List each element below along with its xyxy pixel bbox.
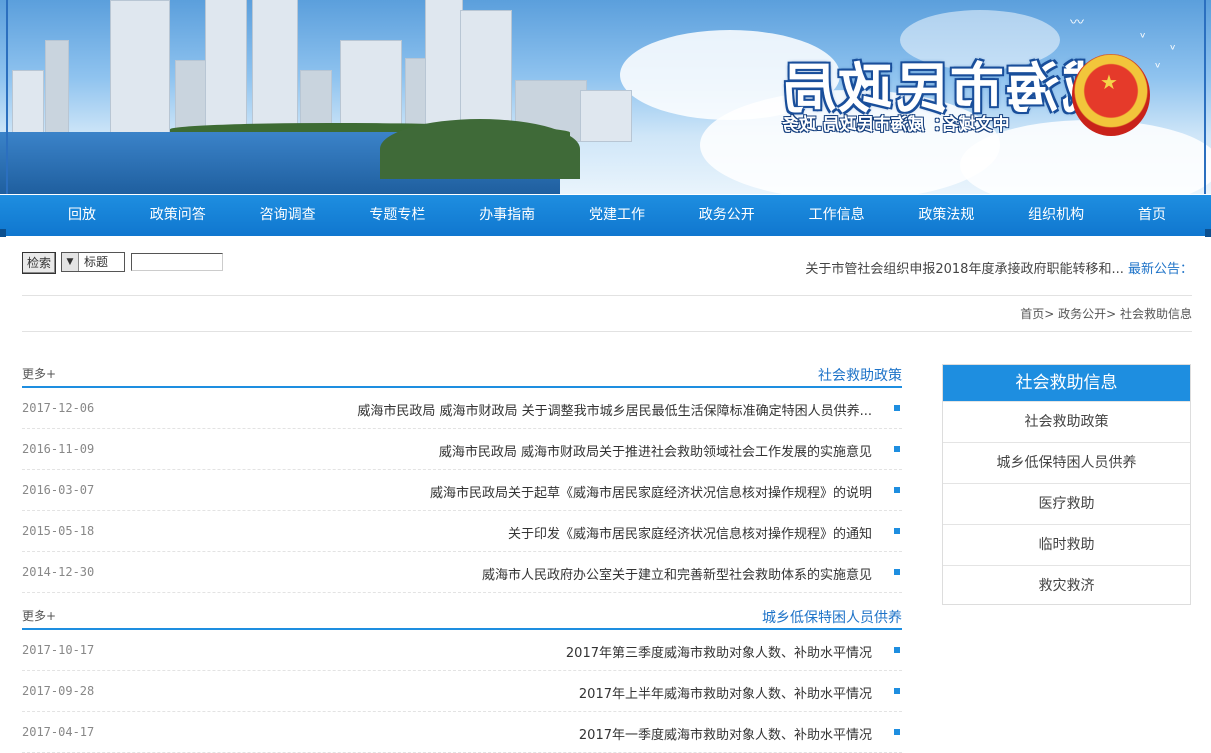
nav-item-replay[interactable]: 回放 — [52, 195, 112, 236]
list-item[interactable]: 2017年一季度威海市救助对象人数、补助水平情况 2017-04-17 — [22, 712, 902, 753]
panel-title[interactable]: 社会救助政策 — [818, 365, 902, 385]
news-title[interactable]: 威海市民政局 威海市财政局 关于调整我市城乡居民最低生活保障标准确定特困人员供养… — [357, 400, 872, 419]
more-link[interactable]: 更多+ — [22, 607, 56, 624]
news-date: 2017-10-17 — [22, 643, 95, 657]
more-link[interactable]: 更多+ — [22, 365, 56, 382]
sidebar-heading: 社会救助信息 — [943, 365, 1190, 401]
news-title[interactable]: 威海市民政局关于起草《威海市居民家庭经济状况信息核对操作规程》的说明 — [430, 482, 872, 501]
nav-item-party-building[interactable]: 党建工作 — [573, 195, 661, 236]
national-emblem-icon: ★ — [1072, 54, 1150, 136]
seagull-icon: ᵛ — [1140, 30, 1146, 46]
breadcrumb: 首页> 政务公开> 社会救助信息 — [1020, 307, 1192, 321]
nav-item-work-info[interactable]: 工作信息 — [793, 195, 881, 236]
notice-label: 最新公告： — [1127, 262, 1193, 277]
bullet-icon — [894, 569, 900, 575]
news-panel-subsistence: 城乡低保特困人员供养 更多+ 2017年第三季度威海市救助对象人数、补助水平情况… — [22, 606, 902, 753]
header-banner: 威海市民政局 中文域名：威海市民政局.政务 ★ 〰 ᵛ ᵛ ᵛ — [0, 0, 1211, 194]
bullet-icon — [894, 729, 900, 735]
nav-item-service-guide[interactable]: 办事指南 — [463, 195, 551, 236]
bullet-icon — [894, 688, 900, 694]
seagull-icon: 〰 — [1070, 15, 1084, 31]
bullet-icon — [894, 405, 900, 411]
nav-item-qa[interactable]: 政策问答 — [134, 195, 222, 236]
news-title[interactable]: 2017年上半年威海市救助对象人数、补助水平情况 — [579, 683, 872, 702]
search-input[interactable] — [131, 253, 223, 271]
news-title[interactable]: 威海市人民政府办公室关于建立和完善新型社会救助体系的实施意见 — [482, 564, 872, 583]
news-title[interactable]: 关于印发《威海市居民家庭经济状况信息核对操作规程》的通知 — [508, 523, 872, 542]
chevron-down-icon: ▼ — [62, 253, 79, 271]
nav-item-survey[interactable]: 咨询调查 — [244, 195, 332, 236]
list-item[interactable]: 威海市人民政府办公室关于建立和完善新型社会救助体系的实施意见 2014-12-3… — [22, 552, 902, 593]
panel-title[interactable]: 城乡低保特困人员供养 — [762, 607, 902, 627]
sidebar-item-subsistence[interactable]: 城乡低保特困人员供养 — [943, 442, 1190, 483]
search-button[interactable]: 检索 — [22, 252, 56, 274]
news-date: 2014-12-30 — [22, 565, 95, 579]
list-item[interactable]: 2017年第三季度威海市救助对象人数、补助水平情况 2017-10-17 — [22, 630, 902, 671]
sidebar: 社会救助信息 社会救助政策 城乡低保特困人员供养 医疗救助 临时救助 救灾救济 — [942, 364, 1191, 605]
divider — [22, 295, 1192, 296]
notice-ticker[interactable]: 关于市管社会组织申报2018年度承接政府职能转移和... 最新公告： — [805, 258, 1193, 277]
bullet-icon — [894, 647, 900, 653]
list-item[interactable]: 威海市民政局 威海市财政局关于推进社会救助领域社会工作发展的实施意见 2016-… — [22, 429, 902, 470]
news-date: 2016-11-09 — [22, 442, 95, 456]
list-item[interactable]: 威海市民政局 威海市财政局 关于调整我市城乡居民最低生活保障标准确定特困人员供养… — [22, 388, 902, 429]
site-domain-text: 中文域名：威海市民政局.政务 — [782, 115, 1010, 135]
nav-item-gov-affairs[interactable]: 政务公开 — [683, 195, 771, 236]
news-panel-policies: 社会救助政策 更多+ 威海市民政局 威海市财政局 关于调整我市城乡居民最低生活保… — [22, 364, 902, 593]
news-date: 2016-03-07 — [22, 483, 95, 497]
list-item[interactable]: 2017年上半年威海市救助对象人数、补助水平情况 2017-09-28 — [22, 671, 902, 712]
sidebar-item-temporary-aid[interactable]: 临时救助 — [943, 524, 1190, 565]
sidebar-item-policies[interactable]: 社会救助政策 — [943, 401, 1190, 442]
nav-item-special-topics[interactable]: 专题专栏 — [353, 195, 441, 236]
search-type-value: 标题 — [84, 255, 109, 269]
news-date: 2015-05-18 — [22, 524, 95, 538]
news-date: 2017-12-06 — [22, 401, 95, 415]
news-title[interactable]: 威海市民政局 威海市财政局关于推进社会救助领域社会工作发展的实施意见 — [439, 441, 872, 460]
list-item[interactable]: 威海市民政局关于起草《威海市居民家庭经济状况信息核对操作规程》的说明 2016-… — [22, 470, 902, 511]
sidebar-item-disaster-relief[interactable]: 救灾救济 — [943, 565, 1190, 606]
nav-item-organization[interactable]: 组织机构 — [1012, 195, 1100, 236]
search-type-select[interactable]: ▼ 标题 — [61, 252, 125, 272]
news-title[interactable]: 2017年第三季度威海市救助对象人数、补助水平情况 — [566, 642, 872, 661]
bullet-icon — [894, 487, 900, 493]
main-nav: 首页 组织机构 政策法规 工作信息 政务公开 党建工作 办事指南 专题专栏 咨询… — [0, 195, 1211, 237]
seagull-icon: ᵛ — [1155, 60, 1161, 76]
sidebar-item-medical-aid[interactable]: 医疗救助 — [943, 483, 1190, 524]
list-item[interactable]: 关于印发《威海市居民家庭经济状况信息核对操作规程》的通知 2015-05-18 — [22, 511, 902, 552]
notice-text[interactable]: 关于市管社会组织申报2018年度承接政府职能转移和... — [805, 262, 1123, 277]
seagull-icon: ᵛ — [1170, 42, 1176, 58]
bullet-icon — [894, 528, 900, 534]
nav-item-policies[interactable]: 政策法规 — [902, 195, 990, 236]
news-date: 2017-04-17 — [22, 725, 95, 739]
divider — [22, 331, 1192, 332]
nav-item-home[interactable]: 首页 — [1122, 195, 1182, 236]
bullet-icon — [894, 446, 900, 452]
news-date: 2017-09-28 — [22, 684, 95, 698]
